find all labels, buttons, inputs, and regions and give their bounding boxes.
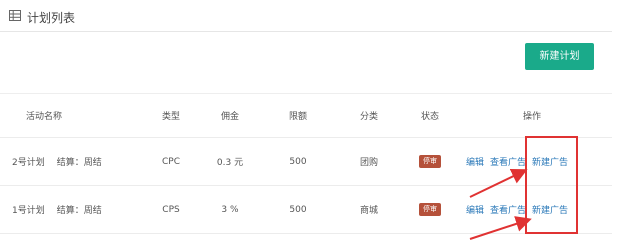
status-cell: 停审 bbox=[419, 186, 441, 233]
column-header-limit: 限额 bbox=[288, 112, 307, 122]
status-badge: 停审 bbox=[419, 155, 441, 168]
limit-cell: 500 bbox=[289, 156, 307, 167]
commission-cell: 0.3 元 bbox=[216, 158, 244, 168]
column-header-category: 分类 bbox=[359, 112, 378, 122]
plan-name-cell: 1号计划 结算：周结 bbox=[12, 186, 102, 233]
limit-cell: 500 bbox=[289, 204, 307, 215]
view-ads-link[interactable]: 查看广告 bbox=[490, 155, 526, 168]
settle-text: 结算：周结 bbox=[56, 206, 102, 216]
settle-text: 结算：周结 bbox=[56, 158, 102, 168]
column-header-type: 类型 bbox=[161, 112, 180, 122]
status-cell: 停审 bbox=[419, 138, 441, 185]
plan-name: 2号计划 bbox=[12, 158, 45, 168]
plan-name: 1号计划 bbox=[12, 206, 45, 216]
page-header: 计划列表 bbox=[0, 0, 612, 32]
edit-link[interactable]: 编辑 bbox=[466, 155, 484, 168]
view-ads-link[interactable]: 查看广告 bbox=[490, 203, 526, 216]
edit-link[interactable]: 编辑 bbox=[466, 203, 484, 216]
type-cell: CPC bbox=[162, 156, 180, 167]
page-title: 计划列表 bbox=[27, 11, 76, 25]
type-cell: CPS bbox=[162, 204, 180, 215]
column-header-actions: 操作 bbox=[523, 112, 542, 122]
table-grid-icon bbox=[9, 10, 21, 21]
highlight-box bbox=[525, 136, 578, 234]
status-badge: 停审 bbox=[419, 203, 441, 216]
category-cell: 团购 bbox=[359, 158, 378, 168]
category-cell: 商城 bbox=[359, 206, 378, 216]
column-header-commission: 佣金 bbox=[220, 112, 239, 122]
table-row: 2号计划 结算：周结 CPC 0.3 元 500 团购 停审 编辑 查看广告 新… bbox=[0, 138, 612, 186]
table-header-row: 活动名称 类型 佣金 限额 分类 状态 操作 bbox=[0, 93, 612, 138]
new-plan-button[interactable]: 新建计划 bbox=[525, 43, 594, 70]
plan-name-cell: 2号计划 结算：周结 bbox=[12, 138, 102, 185]
column-header-status: 状态 bbox=[420, 112, 439, 122]
column-header-name: 活动名称 bbox=[26, 112, 63, 122]
commission-cell: 3 % bbox=[221, 204, 239, 215]
table-row: 1号计划 结算：周结 CPS 3 % 500 商城 停审 编辑 查看广告 新建广… bbox=[0, 186, 612, 234]
